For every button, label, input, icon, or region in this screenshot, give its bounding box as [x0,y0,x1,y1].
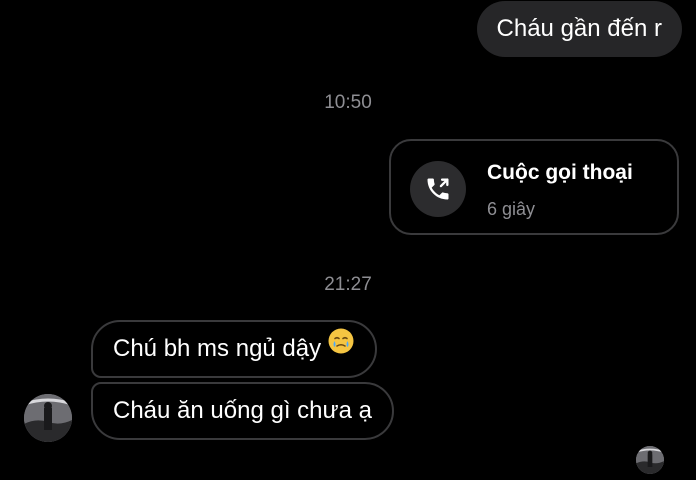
voice-call-card[interactable]: Cuộc gọi thoại 6 giây [389,139,679,235]
contact-avatar[interactable] [24,394,72,442]
outgoing-call-icon [410,161,466,217]
outgoing-message-bubble[interactable]: Cháu gần đến r [476,1,682,57]
timestamp: 21:27 [324,274,372,295]
incoming-message-bubble[interactable]: Chú bh ms ngủ dậy [91,320,378,378]
call-duration: 6 giây [487,199,536,219]
chat-screen: { "messages": { "outgoing_text": "Cháu g… [0,0,696,480]
incoming-message-text: Chú bh ms ngủ dậy [113,335,322,362]
incoming-message-text: Cháu ăn uống gì chưa ạ [113,397,372,424]
seen-receipt-avatar [636,446,664,474]
timestamp: 10:50 [324,92,372,113]
outgoing-message-text: Cháu gần đến r [496,15,662,42]
face-holding-back-tears-emoji-icon [327,321,355,375]
incoming-message-bubble[interactable]: Cháu ăn uống gì chưa ạ [91,382,394,440]
call-title: Cuộc gọi thoại [487,161,633,184]
